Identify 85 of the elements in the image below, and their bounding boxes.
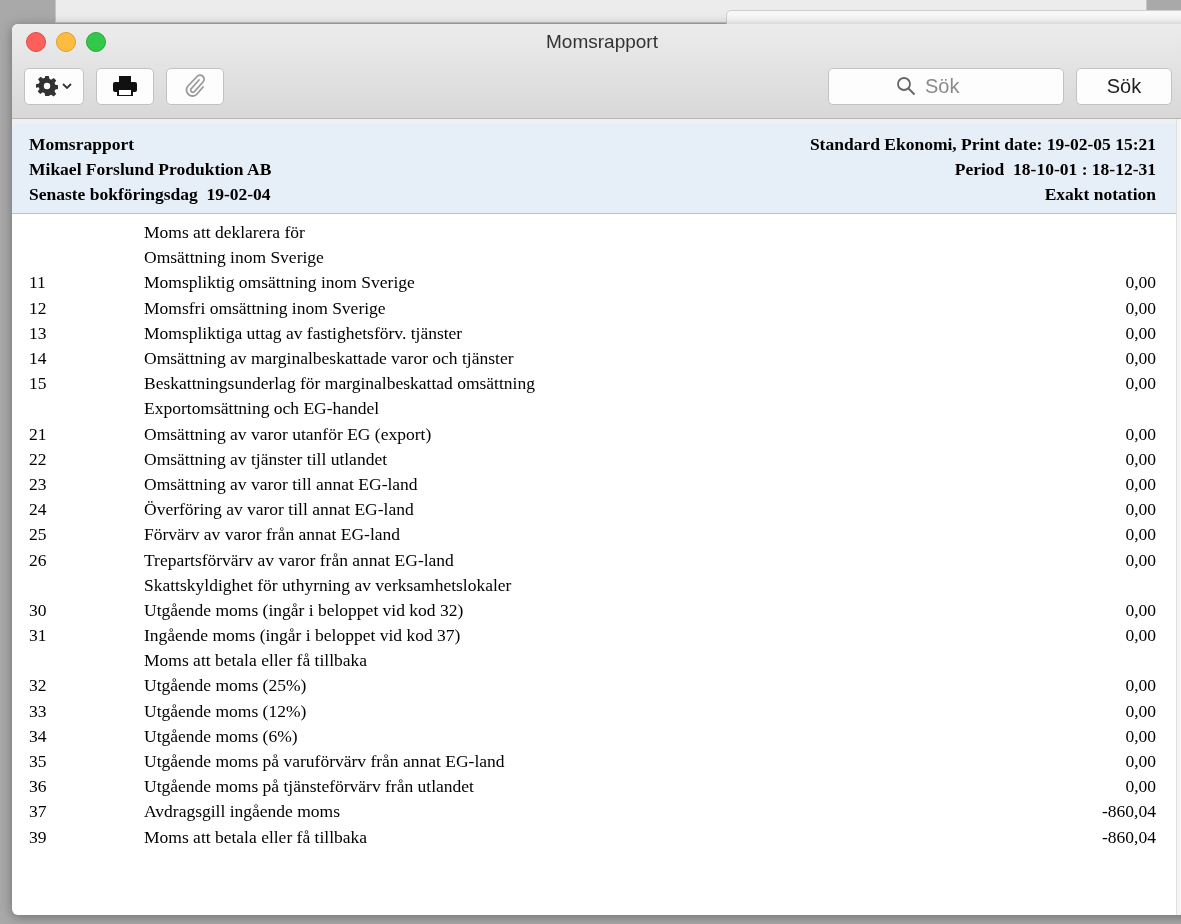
box-code: 11	[29, 272, 46, 293]
line-label: Momspliktiga uttag av fastighetsförv. tjänster	[144, 322, 463, 343]
box-code: 37	[29, 801, 47, 822]
line-amount: 0,00	[1125, 423, 1156, 445]
print-button[interactable]	[96, 67, 154, 105]
section-heading: Moms att betala eller få tillbaka	[144, 650, 368, 671]
header-text: Standard Ekonomi, Print date: 19-02-05 15:21	[809, 133, 1156, 156]
printer-icon	[113, 76, 137, 96]
line-label: Momsfri omsättning inom Sverige	[144, 297, 386, 318]
line-label: Utgående moms (ingår i beloppet vid kod 32)	[144, 599, 464, 620]
header-text: Period 18-10-01 : 18-12-31	[954, 158, 1156, 181]
box-code: 14	[29, 348, 47, 369]
line-label: Moms att betala eller få tillbaka	[144, 826, 368, 847]
line-amount: 0,00	[1125, 751, 1156, 773]
box-code: 32	[29, 675, 47, 696]
line-amount: -860,04	[1102, 826, 1156, 848]
line-amount: -860,04	[1102, 801, 1156, 823]
line-amount: 0,00	[1125, 725, 1156, 747]
line-label: Omsättning av marginalbeskattade varor och tjänster	[144, 348, 514, 369]
box-code: 12	[29, 297, 47, 318]
box-code: 33	[29, 700, 47, 721]
minimize-button[interactable]	[56, 32, 76, 52]
line-amount: 0,00	[1125, 297, 1156, 319]
line-label: Utgående moms (6%)	[144, 725, 298, 746]
box-code: 35	[29, 751, 47, 772]
action-menu-button[interactable]	[24, 67, 84, 105]
section-heading: Omsättning inom Sverige	[144, 247, 324, 268]
line-label: Utgående moms på tjänsteförvärv från utlandet	[144, 776, 474, 797]
box-code: 30	[29, 599, 47, 620]
line-label: Momspliktig omsättning inom Sverige	[144, 272, 415, 293]
header-text: Exakt notation	[1044, 183, 1156, 206]
line-label: Utgående moms på varuförvärv från annat EG-land	[144, 751, 505, 772]
chevron-down-icon	[62, 82, 72, 90]
line-amount: 0,00	[1125, 348, 1156, 370]
line-amount: 0,00	[1125, 700, 1156, 722]
box-code: 15	[29, 373, 47, 394]
gear-icon	[36, 75, 58, 97]
zoom-button[interactable]	[86, 32, 106, 52]
box-code: 39	[29, 826, 47, 847]
box-code: 23	[29, 473, 47, 494]
attach-button[interactable]	[166, 67, 224, 105]
line-amount: 0,00	[1125, 625, 1156, 647]
line-label: Beskattningsunderlag för marginalbeskattad omsättning	[144, 373, 535, 394]
line-label: Utgående moms (12%)	[144, 700, 307, 721]
line-label: Omsättning av tjänster till utlandet	[144, 448, 387, 469]
search-field[interactable]: Sök	[828, 67, 1064, 105]
box-code: 25	[29, 524, 47, 545]
section-heading: Moms att deklarera för	[144, 222, 305, 243]
line-amount: 0,00	[1125, 322, 1156, 344]
window-title: Momsrapport	[546, 31, 658, 52]
line-label: Utgående moms (25%)	[144, 675, 307, 696]
paperclip-icon	[185, 74, 205, 98]
box-code: 13	[29, 322, 47, 343]
header-text: Mikael Forslund Produktion AB	[29, 158, 272, 181]
line-label: Trepartsförvärv av varor från annat EG-land	[144, 549, 454, 570]
section-heading: Skattskyldighet för uthyrning av verksamhetslokaler	[144, 574, 512, 595]
line-label: Omsättning av varor till annat EG-land	[144, 473, 418, 494]
line-amount: 0,00	[1125, 373, 1156, 395]
close-button[interactable]	[26, 32, 46, 52]
header-text: Momsrapport	[29, 133, 135, 156]
line-amount: 0,00	[1125, 599, 1156, 621]
line-label: Överföring av varor till annat EG-land	[144, 499, 414, 520]
line-amount: 0,00	[1125, 448, 1156, 470]
line-amount: 0,00	[1125, 675, 1156, 697]
box-code: 26	[29, 549, 47, 570]
line-amount: 0,00	[1125, 524, 1156, 546]
section-heading: Exportomsättning och EG-handel	[144, 398, 380, 419]
line-amount: 0,00	[1125, 776, 1156, 798]
box-code: 24	[29, 499, 47, 520]
line-amount: 0,00	[1125, 499, 1156, 521]
box-code: 22	[29, 448, 47, 469]
line-amount: 0,00	[1125, 549, 1156, 571]
box-code: 21	[29, 423, 47, 444]
header-text: Senaste bokföringsdag 19-02-04	[29, 183, 272, 206]
box-code: 36	[29, 776, 47, 797]
line-label: Ingående moms (ingår i beloppet vid kod 37)	[144, 625, 461, 646]
search-button[interactable]: Sök	[1076, 67, 1172, 105]
box-code: 31	[29, 625, 47, 646]
line-label: Omsättning av varor utanför EG (export)	[144, 423, 432, 444]
box-code: 34	[29, 725, 47, 746]
search-icon	[896, 75, 916, 96]
line-amount: 0,00	[1125, 272, 1156, 294]
line-label: Avdragsgill ingående moms	[144, 801, 341, 822]
line-amount: 0,00	[1125, 473, 1156, 495]
line-label: Förvärv av varor från annat EG-land	[144, 524, 401, 545]
